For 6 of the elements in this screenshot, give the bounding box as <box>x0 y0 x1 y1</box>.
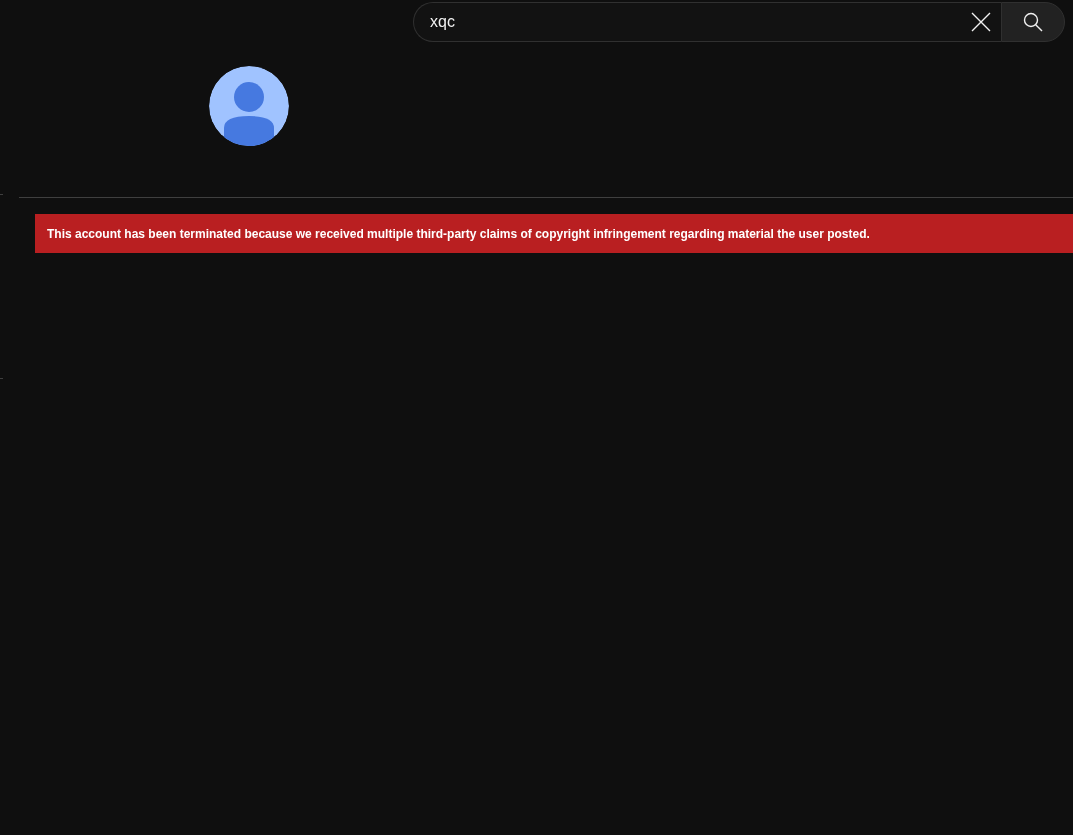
search-button[interactable] <box>1001 2 1065 42</box>
avatar-icon <box>209 66 289 146</box>
search-icon <box>1023 12 1043 32</box>
search-field[interactable]: xqc <box>413 2 1001 42</box>
termination-message: This account has been terminated because we received multiple third-party claims of copyright infringement regarding material the user posted. <box>47 225 870 243</box>
close-icon <box>971 12 991 32</box>
